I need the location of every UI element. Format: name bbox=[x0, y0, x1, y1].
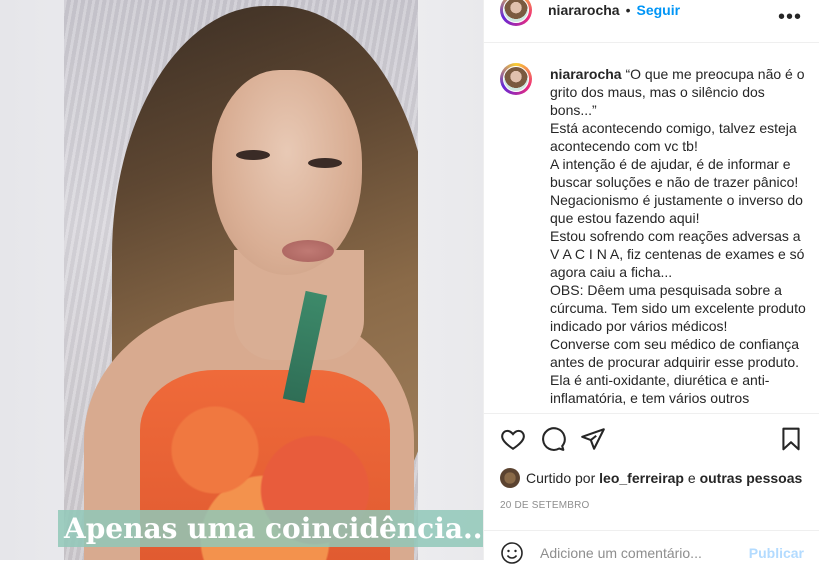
liker-username[interactable]: leo_ferreirap bbox=[599, 470, 684, 486]
post-sidebar: niararocha • Seguir ••• niararocha “O qu… bbox=[483, 0, 819, 564]
post-date[interactable]: 20 DE SETEMBRO bbox=[500, 500, 590, 511]
post-actions bbox=[484, 414, 819, 464]
likes-joiner: e bbox=[687, 470, 696, 486]
post-header: niararocha • Seguir ••• bbox=[484, 0, 819, 43]
liker-avatar[interactable] bbox=[500, 468, 520, 488]
comment-input[interactable]: Adicione um comentário... bbox=[540, 545, 702, 561]
header-separator: • bbox=[625, 2, 631, 18]
likes-summary: Curtido por leo_ferreirap e outras pesso… bbox=[500, 468, 802, 488]
emoji-icon[interactable] bbox=[500, 541, 524, 565]
author-username[interactable]: niararocha bbox=[548, 2, 620, 18]
caption-line: Converse com seu médico de confiança ant… bbox=[550, 336, 800, 370]
share-icon[interactable] bbox=[580, 426, 606, 452]
caption-line: A intenção é de ajudar, é de informar e … bbox=[550, 156, 799, 190]
caption-line: OBS: Dêem uma pesquisada sobre a cúrcuma… bbox=[550, 282, 806, 334]
likes-others[interactable]: outras pessoas bbox=[700, 470, 803, 486]
caption-line: Está acontecendo comigo, talvez esteja a… bbox=[550, 120, 797, 154]
post-media[interactable]: Apenas uma coincidência... bbox=[0, 0, 483, 560]
caption-text: niararocha “O que me preocupa não é o gr… bbox=[550, 65, 808, 407]
caption-line: Ela é anti-oxidante, diurética e anti-in… bbox=[550, 372, 770, 406]
left-eye bbox=[236, 150, 270, 160]
author-avatar[interactable] bbox=[500, 0, 532, 26]
caption-line: Estou sofrendo com reações adversas a V … bbox=[550, 228, 805, 280]
follow-button[interactable]: Seguir bbox=[637, 2, 681, 18]
video-frame[interactable] bbox=[64, 0, 418, 560]
heart-icon[interactable] bbox=[500, 426, 526, 452]
comment-icon[interactable] bbox=[540, 426, 566, 452]
more-options-icon[interactable]: ••• bbox=[778, 6, 802, 29]
add-comment-bar: Adicione um comentário... Publicar bbox=[484, 530, 819, 564]
bookmark-icon[interactable] bbox=[778, 426, 804, 452]
right-eye bbox=[308, 158, 342, 168]
caption-line: Negacionismo é justamente o inverso do q… bbox=[550, 192, 803, 226]
comments-area[interactable]: niararocha “O que me preocupa não é o gr… bbox=[484, 43, 819, 414]
lips bbox=[282, 240, 334, 262]
caption-avatar[interactable] bbox=[500, 63, 532, 95]
header-meta: niararocha • Seguir bbox=[548, 2, 680, 18]
publish-button[interactable]: Publicar bbox=[749, 545, 804, 561]
caption-username[interactable]: niararocha bbox=[550, 66, 622, 82]
video-caption-overlay: Apenas uma coincidência... bbox=[58, 510, 483, 547]
likes-prefix: Curtido por bbox=[526, 470, 596, 486]
